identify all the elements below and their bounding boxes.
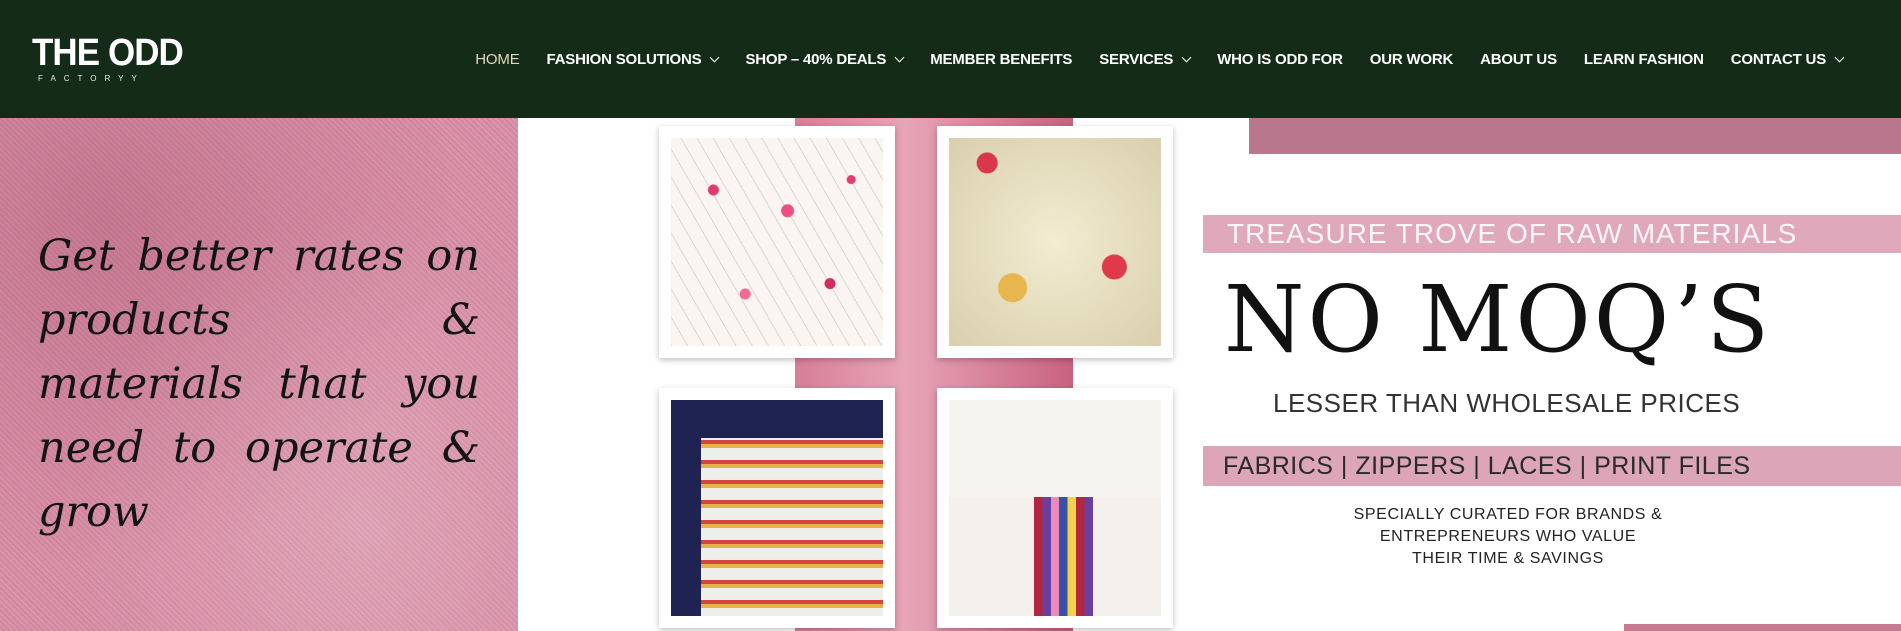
nav-fashion-solutions-label: FASHION SOLUTIONS [546,50,702,68]
nav-contact-us-label: CONTACT US [1730,50,1826,68]
nav-learn-fashion-label: LEARN FASHION [1583,50,1704,68]
nav-who-is-odd-for[interactable]: WHO IS ODD FOR [1217,51,1343,68]
nav-about-us-label: ABOUT US [1480,50,1557,68]
chevron-down-icon [1834,52,1845,62]
tagline-line-1: SPECIALLY CURATED FOR BRANDS & [1353,506,1663,523]
hero-headline: NO MOQ’S [1224,266,1773,373]
nav-learn-fashion[interactable]: LEARN FASHION [1584,51,1704,68]
striped-bag-photo [937,388,1173,628]
hero-left-fabric-panel: Get better rates on products & materials… [0,118,518,631]
nav-member-benefits[interactable]: MEMBER BENEFITS [930,51,1072,68]
hero-left-text: Get better rates on products & materials… [38,231,480,537]
nav-services-label: SERVICES [1099,50,1174,68]
embroidered-lace-photo [659,388,895,628]
decorative-bottom-bar [1624,624,1901,631]
materials-list-band: FABRICS | ZIPPERS | LACES | PRINT FILES [1203,446,1901,486]
tagline-line-3: THEIR TIME & SAVINGS [1412,550,1604,567]
nav-our-work[interactable]: OUR WORK [1369,50,1454,68]
logo-subtitle: FACTORYY [38,74,145,83]
hero-subheadline: LESSER THAN WHOLESALE PRICES [1273,388,1741,418]
chevron-down-icon [1181,52,1192,62]
site-header: THE ODD FACTORYY HOME FASHION SOLUTIONS … [0,0,1901,118]
chevron-down-icon [710,52,720,62]
nav-home-label: HOME [475,50,520,68]
decorative-top-bar [1249,118,1901,154]
raw-materials-band: TREASURE TROVE OF RAW MATERIALS [1203,215,1901,253]
nav-contact-us[interactable]: CONTACT US [1730,50,1845,68]
nav-shop-deals-label: SHOP – 40% DEALS [745,50,887,68]
nav-fashion-solutions[interactable]: FASHION SOLUTIONS [546,50,720,68]
hero-tagline: SPECIALLY CURATED FOR BRANDS & ENTREPREN… [1318,504,1698,570]
site-logo[interactable]: THE ODD FACTORYY [32,34,196,83]
nav-shop-deals[interactable]: SHOP – 40% DEALS [745,50,905,68]
hero-banner: Get better rates on products & materials… [0,118,1901,631]
tagline-line-2: ENTREPRENEURS WHO VALUE [1379,528,1637,545]
nav-home[interactable]: HOME [475,51,519,68]
floral-fabric-photo [659,126,895,358]
nav-member-benefits-label: MEMBER BENEFITS [930,50,1073,68]
nav-who-is-odd-for-label: WHO IS ODD FOR [1217,50,1343,68]
chevron-down-icon [894,52,905,62]
main-nav: HOME FASHION SOLUTIONS SHOP – 40% DEALS … [448,0,1845,118]
logo-wordmark: THE ODD [32,32,184,74]
nav-about-us[interactable]: ABOUT US [1480,51,1557,68]
silk-fabric-photo [937,126,1173,358]
nav-services[interactable]: SERVICES [1099,50,1192,68]
nav-our-work-label: OUR WORK [1369,50,1454,68]
